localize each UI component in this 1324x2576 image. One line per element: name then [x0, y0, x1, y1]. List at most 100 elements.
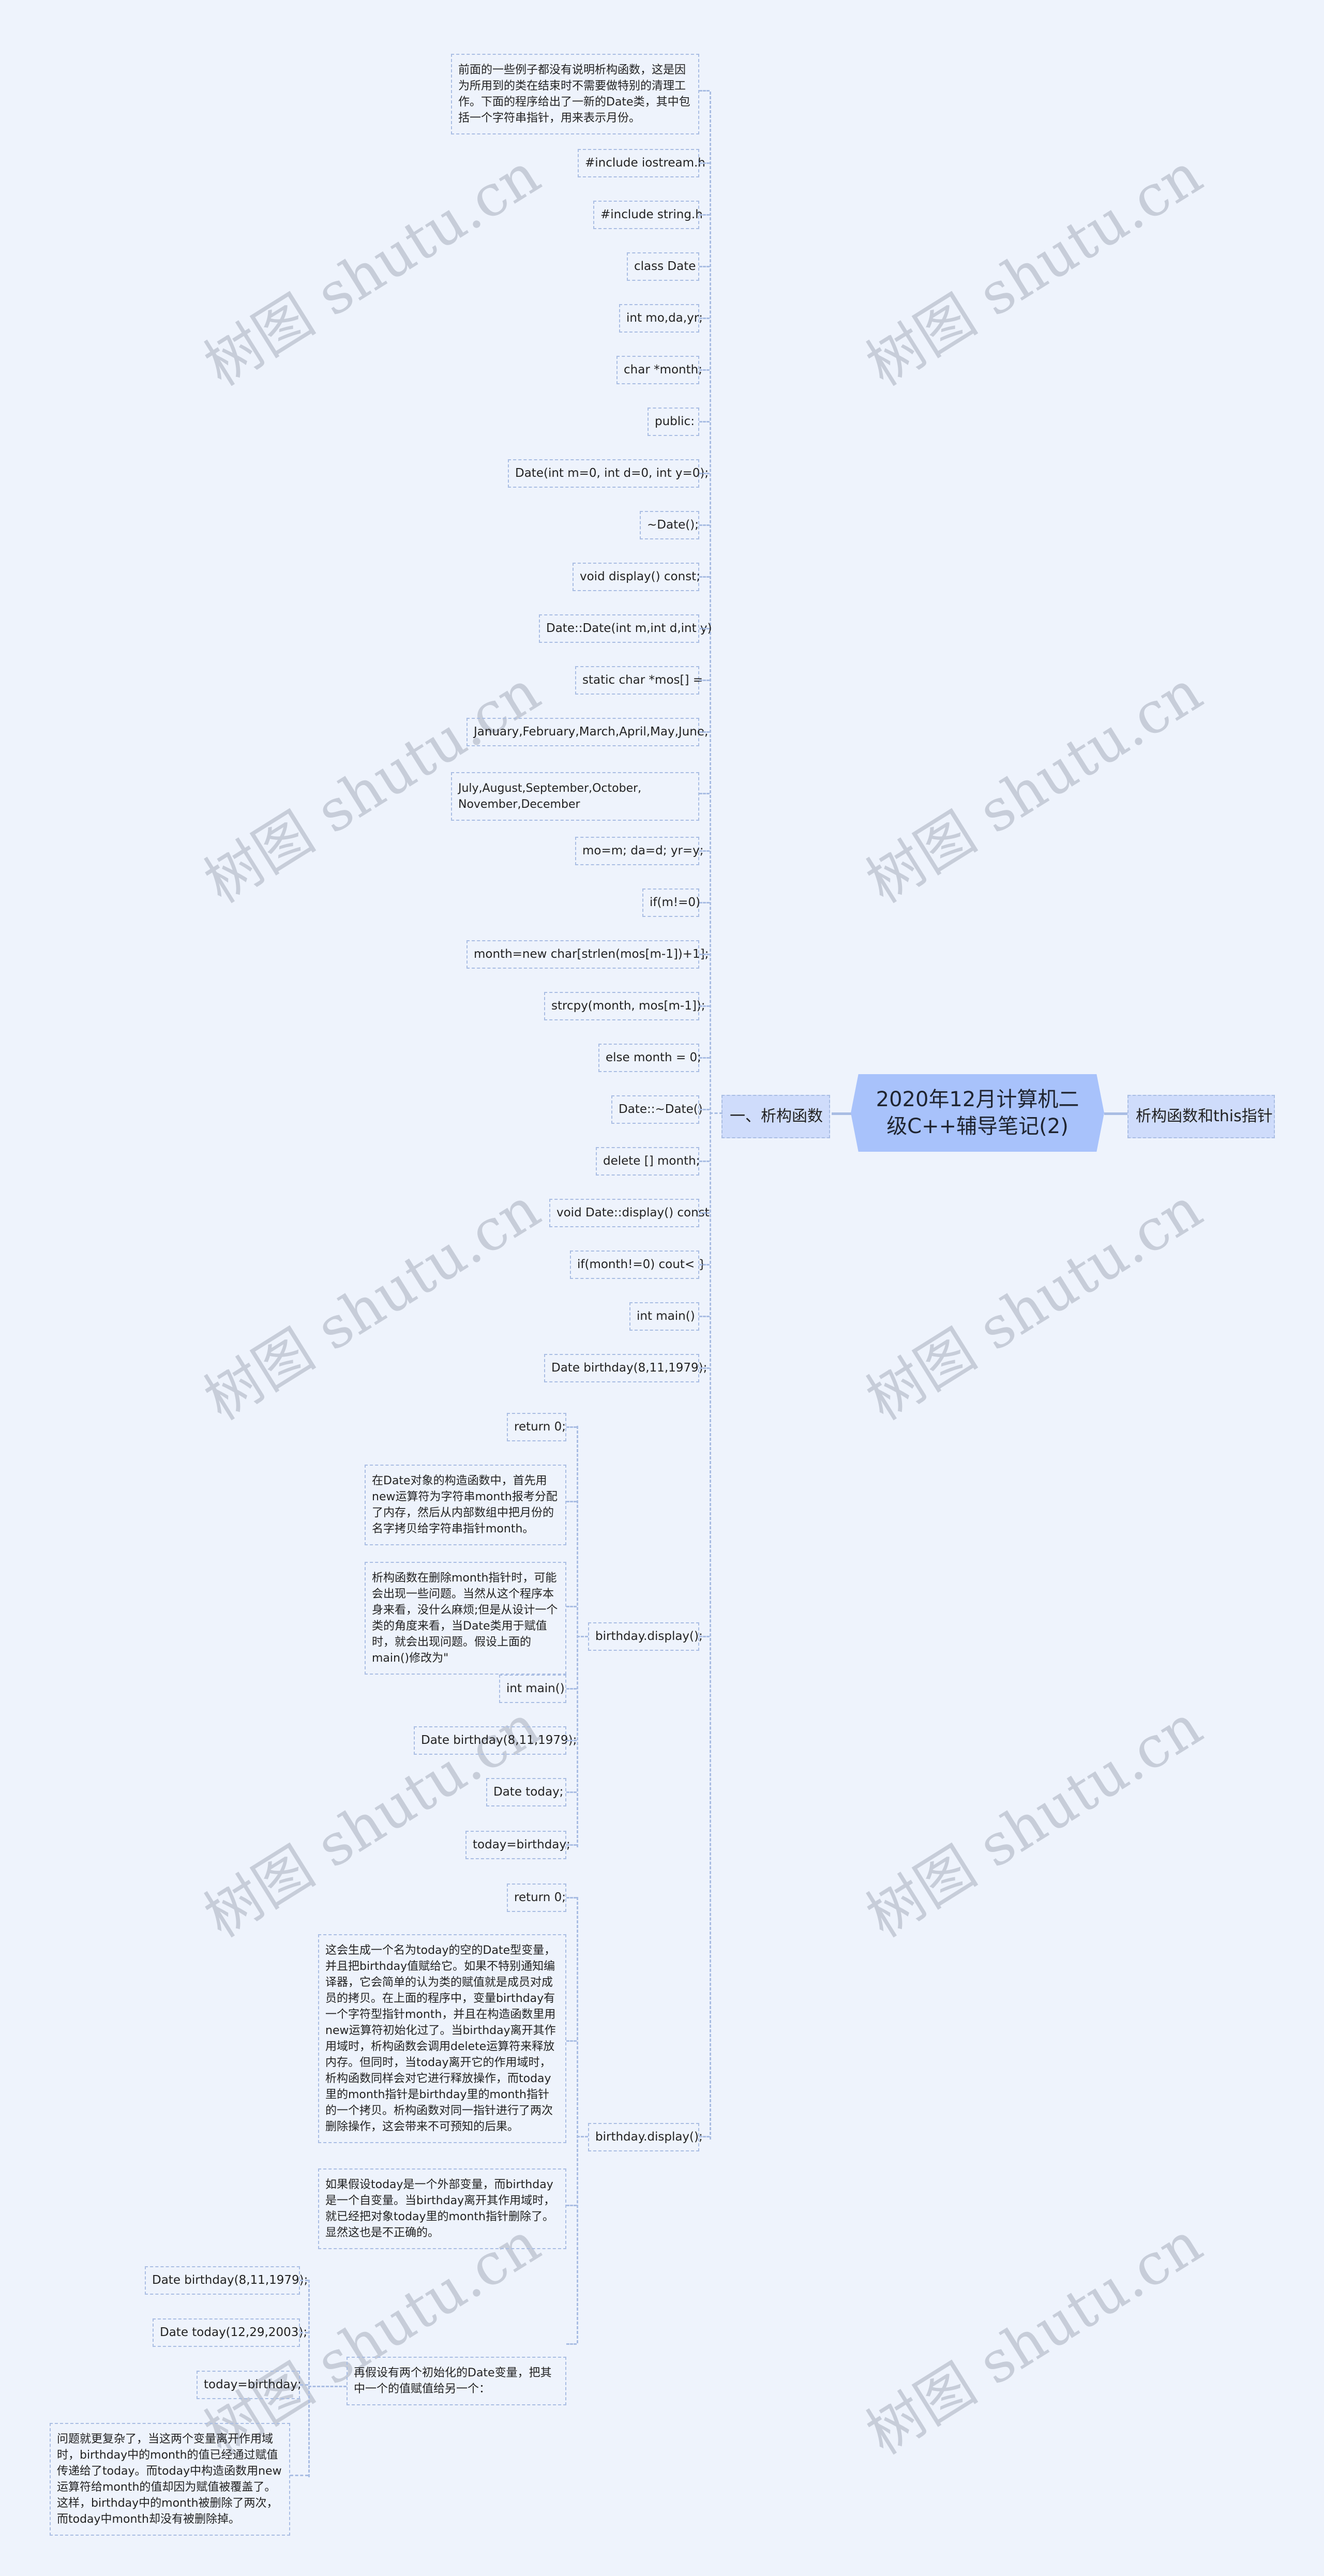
- connector: [710, 1112, 723, 1114]
- code-line-node[interactable]: July,August,September,October, November,…: [451, 772, 699, 821]
- code-line-node[interactable]: Date::~Date(): [611, 1095, 703, 1124]
- code-line-node[interactable]: today=birthday;: [197, 2371, 302, 2399]
- code-line-node[interactable]: static char *mos[] =: [575, 666, 703, 695]
- code-line-node[interactable]: Date::Date(int m,int d,int y): [539, 614, 712, 643]
- code-line-node[interactable]: void display() const;: [573, 563, 700, 591]
- intro-note[interactable]: 前面的一些例子都没有说明析构函数，这是因为所用到的类在结束时不需要做特别的清理工…: [451, 54, 699, 134]
- code-line-node[interactable]: if(m!=0): [642, 888, 700, 917]
- complex-issue-note[interactable]: 问题就更复杂了，当这两个变量离开作用域时，birthday中的month的值已经…: [50, 2423, 290, 2536]
- connector: [566, 1897, 577, 1899]
- connector: [699, 266, 710, 267]
- code-line-node[interactable]: else month = 0;: [598, 1044, 701, 1072]
- connector: [566, 1426, 577, 1428]
- branch-destructor[interactable]: 一、析构函数: [721, 1095, 830, 1138]
- code-line-node[interactable]: #include iostream.h: [578, 149, 705, 177]
- watermark: 树图 shutu.cn: [855, 141, 1213, 399]
- connector: [300, 2280, 308, 2281]
- connector: [577, 1897, 578, 2343]
- destructor-issue-note[interactable]: 析构函数在删除month指针时，可能会出现一些问题。当然从这个程序本身来看，没什…: [365, 1562, 566, 1675]
- connector: [699, 1212, 710, 1214]
- code-line-node[interactable]: Date birthday(8,11,1979);: [544, 1354, 707, 1382]
- connector: [699, 1057, 710, 1059]
- connector: [566, 1688, 577, 1690]
- connector: [699, 1367, 710, 1369]
- two-vars-note[interactable]: 再假设有两个初始化的Date变量，把其中一个的值赋值给另一个：: [347, 2357, 566, 2405]
- connector: [300, 2332, 308, 2333]
- code-line-node[interactable]: mo=m; da=d; yr=y;: [575, 837, 704, 865]
- watermark: 树图 shutu.cn: [855, 1175, 1213, 1433]
- watermark: 树图 shutu.cn: [855, 658, 1213, 916]
- code-line-node[interactable]: class Date: [627, 252, 699, 281]
- code-line-node[interactable]: int main(): [629, 1302, 699, 1331]
- code-line-node[interactable]: delete [] month;: [596, 1147, 700, 1176]
- connector: [699, 421, 710, 423]
- display1-node[interactable]: birthday.display();: [588, 1622, 703, 1651]
- external-var-note[interactable]: 如果假设today是一个外部变量，而birthday是一个自变量。当birthd…: [318, 2168, 566, 2249]
- code-line-node[interactable]: char *month;: [616, 356, 702, 384]
- connector: [290, 2475, 308, 2476]
- connector: [577, 2136, 588, 2137]
- connector: [699, 902, 710, 903]
- root-title: 2020年12月计算机二级C++辅导笔记(2): [876, 1088, 1079, 1138]
- connector: [699, 1316, 710, 1317]
- assignment-issue-note[interactable]: 这会生成一个名为today的空的Date型变量，并且把birthday值赋给它。…: [318, 1934, 566, 2143]
- connector: [566, 1791, 577, 1793]
- code-line-node[interactable]: void Date::display() const: [549, 1199, 710, 1227]
- connector: [1104, 1112, 1127, 1115]
- connector: [699, 576, 710, 578]
- connector: [566, 2343, 577, 2345]
- code-line-node[interactable]: Date birthday(8,11,1979);: [414, 1726, 577, 1755]
- connector: [566, 1844, 577, 1846]
- connector: [699, 628, 710, 629]
- watermark: 树图 shutu.cn: [193, 141, 551, 399]
- connector: [699, 2136, 710, 2137]
- connector: [699, 473, 710, 474]
- connector: [566, 1740, 577, 1741]
- connector: [566, 2040, 577, 2042]
- connector: [577, 1636, 588, 1637]
- connector: [566, 1606, 577, 1607]
- connector: [699, 369, 710, 371]
- code-line-node[interactable]: ~Date();: [640, 511, 699, 539]
- code-line-node[interactable]: today=birthday;: [465, 1831, 570, 1859]
- constructor-note[interactable]: 在Date对象的构造函数中，首先用new运算符为字符串month报考分配了内存，…: [365, 1465, 566, 1545]
- return-node[interactable]: return 0;: [507, 1413, 566, 1441]
- watermark: 树图 shutu.cn: [855, 1692, 1213, 1950]
- connector: [699, 524, 710, 526]
- connector: [699, 318, 710, 319]
- code-line-node[interactable]: Date today(12,29,2003);: [153, 2318, 307, 2347]
- code-line-node[interactable]: January,February,March,April,May,June,: [467, 718, 708, 746]
- code-line-node[interactable]: Date birthday(8,11,1979);: [145, 2266, 308, 2295]
- connector: [699, 731, 710, 733]
- connector: [300, 2384, 308, 2386]
- code-line-node[interactable]: if(month!=0) cout< }: [570, 1251, 706, 1279]
- code-line-node[interactable]: int mo,da,yr;: [619, 304, 703, 333]
- connector: [699, 954, 710, 955]
- connector: [566, 1501, 577, 1502]
- connector: [699, 850, 710, 852]
- connector: [699, 90, 710, 92]
- connector: [699, 1264, 710, 1266]
- connector: [699, 680, 710, 681]
- connector: [308, 2280, 310, 2477]
- connector: [710, 92, 711, 2140]
- connector: [699, 1161, 710, 1162]
- code-line-node[interactable]: #include string.h: [593, 201, 703, 229]
- code-line-node[interactable]: Date today;: [486, 1778, 566, 1806]
- branch-destructor-this[interactable]: 析构函数和this指针: [1127, 1095, 1275, 1138]
- connector: [699, 162, 710, 164]
- watermark: 树图 shutu.cn: [193, 1692, 551, 1950]
- code-line-node[interactable]: month=new char[strlen(mos[m-1])+1];: [467, 940, 709, 969]
- connector: [832, 1112, 852, 1115]
- code-line-node[interactable]: public:: [648, 408, 699, 436]
- connector: [699, 1109, 710, 1110]
- code-line-node[interactable]: Date(int m=0, int d=0, int y=0);: [508, 459, 709, 488]
- display2-node[interactable]: birthday.display();: [588, 2123, 703, 2151]
- connector: [699, 214, 710, 216]
- return-node[interactable]: return 0;: [507, 1884, 566, 1912]
- code-line-node[interactable]: strcpy(month, mos[m-1]);: [544, 992, 705, 1020]
- root-topic[interactable]: 2020年12月计算机二级C++辅导笔记(2): [851, 1074, 1104, 1152]
- code-line-node[interactable]: int main(): [499, 1675, 566, 1703]
- connector: [308, 2386, 347, 2387]
- connector: [699, 1005, 710, 1007]
